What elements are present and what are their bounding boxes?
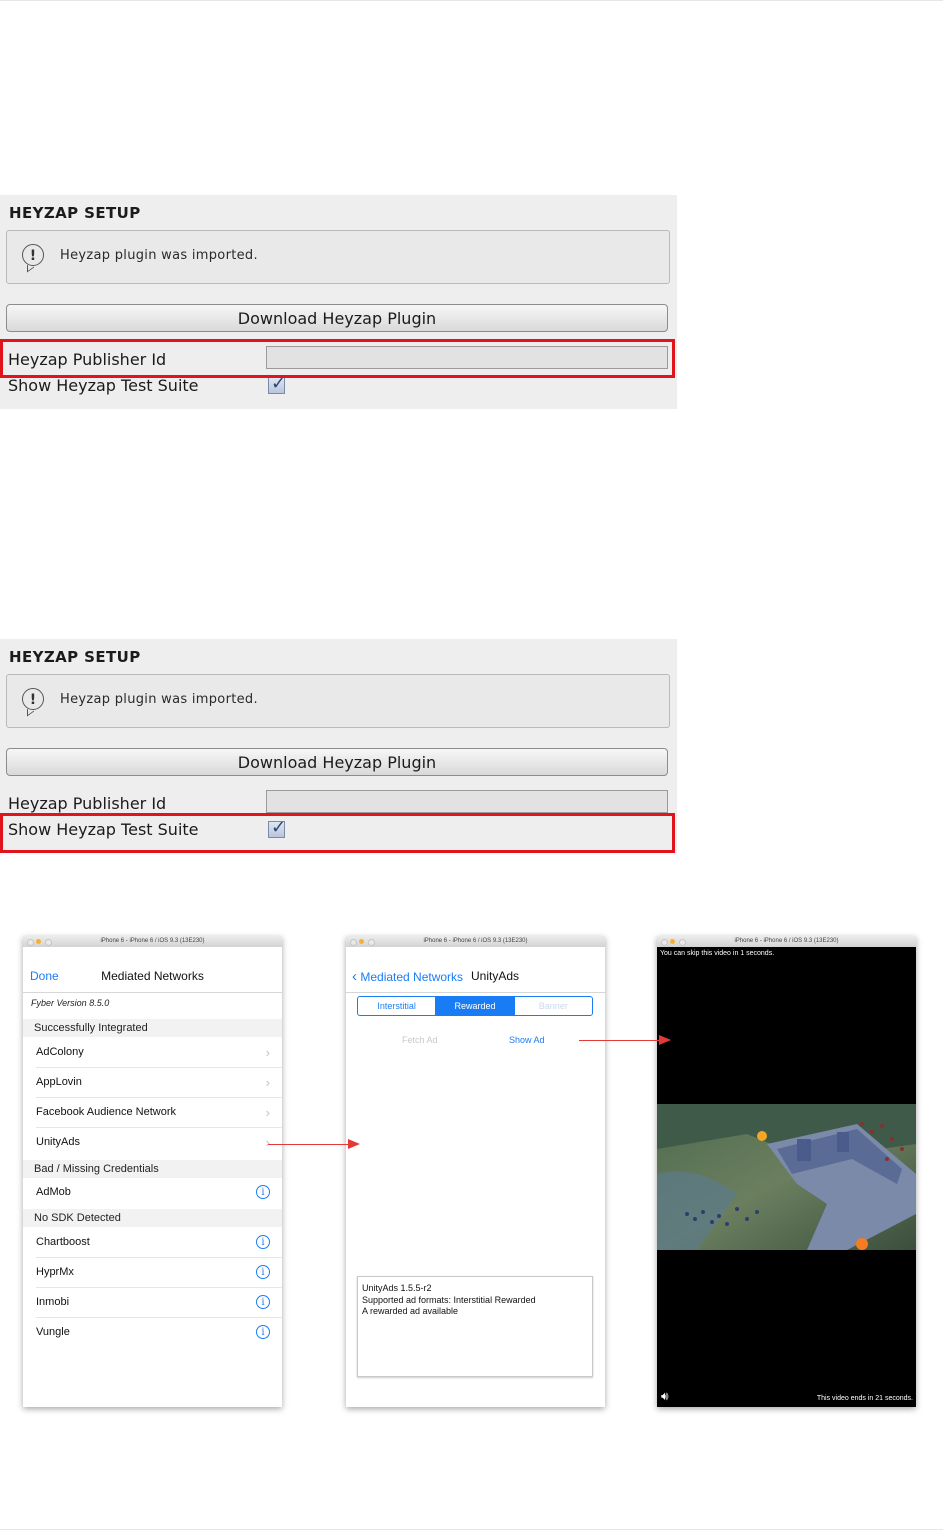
list-item-chartboost[interactable]: Chartboost i xyxy=(23,1228,282,1258)
panel-title: HEYZAP SETUP xyxy=(9,204,141,222)
publisher-id-label: Heyzap Publisher Id xyxy=(8,794,167,813)
info-message-box: ! Heyzap plugin was imported. xyxy=(6,674,670,728)
test-suite-checkbox[interactable]: ✓ xyxy=(268,373,286,394)
ad-format-segmented-control[interactable]: Interstitial Rewarded Banner xyxy=(357,996,593,1016)
list-item-unityads[interactable]: UnityAds › xyxy=(23,1128,282,1158)
panel-title: HEYZAP SETUP xyxy=(9,648,141,666)
top-divider xyxy=(0,0,943,1)
info-icon[interactable]: i xyxy=(256,1265,270,1279)
highlight-test-suite xyxy=(0,813,675,853)
version-label: Fyber Version 8.5.0 xyxy=(31,998,110,1008)
chevron-right-icon: › xyxy=(265,1105,270,1120)
section-header: Successfully Integrated xyxy=(23,1019,282,1037)
fetch-ad-button[interactable]: Fetch Ad xyxy=(402,1035,438,1045)
info-line: Supported ad formats: Interstitial Rewar… xyxy=(362,1294,536,1305)
info-message: Heyzap plugin was imported. xyxy=(60,248,258,263)
status-bar xyxy=(346,947,605,957)
section-header: No SDK Detected xyxy=(23,1209,282,1227)
chevron-right-icon: › xyxy=(265,1135,270,1150)
list-item-inmobi[interactable]: Inmobi i xyxy=(23,1288,282,1318)
alert-icon: ! xyxy=(22,688,44,710)
list-item-vungle[interactable]: Vungle i xyxy=(23,1318,282,1348)
bottom-divider xyxy=(0,1529,943,1530)
download-heyzap-plugin-button[interactable]: Download Heyzap Plugin xyxy=(6,748,668,776)
list-item-hyprmx[interactable]: HyprMx i xyxy=(23,1258,282,1288)
tab-rewarded[interactable]: Rewarded xyxy=(436,997,515,1015)
tab-interstitial[interactable]: Interstitial xyxy=(358,997,437,1015)
back-button[interactable]: ‹ Mediated Networks xyxy=(352,968,463,985)
arrow-right-icon xyxy=(659,1035,671,1045)
tab-banner[interactable]: Banner xyxy=(515,997,592,1015)
info-icon[interactable]: i xyxy=(256,1235,270,1249)
download-heyzap-plugin-button[interactable]: Download Heyzap Plugin xyxy=(6,304,668,332)
alert-icon: ! xyxy=(22,244,44,266)
info-message: Heyzap plugin was imported. xyxy=(60,692,258,707)
highlight-publisher-id xyxy=(0,339,675,378)
chevron-right-icon: › xyxy=(265,1075,270,1090)
nav-bar: Done Mediated Networks xyxy=(23,958,282,993)
back-label: Mediated Networks xyxy=(360,970,464,984)
info-line: UnityAds 1.5.5-r2 xyxy=(362,1283,432,1293)
info-message-box: ! Heyzap plugin was imported. xyxy=(6,230,670,284)
network-info-box: UnityAds 1.5.5-r2 Supported ad formats: … xyxy=(357,1276,593,1377)
speaker-icon[interactable]: 🔊︎ xyxy=(661,1389,669,1404)
info-line: A rewarded ad available xyxy=(362,1306,459,1316)
list-item-applovin[interactable]: AppLovin › xyxy=(23,1068,282,1098)
section-header: Bad / Missing Credentials xyxy=(23,1160,282,1178)
info-icon[interactable]: i xyxy=(256,1295,270,1309)
info-icon[interactable]: i xyxy=(256,1325,270,1339)
window-title: iPhone 6 - iPhone 6 / iOS 9.3 (13E230) xyxy=(100,938,205,944)
simulator-video-ad: iPhone 6 - iPhone 6 / iOS 9.3 (13E230) Y… xyxy=(657,936,916,1407)
flow-arrow-line xyxy=(579,1040,661,1041)
list-item-facebook-audience-network[interactable]: Facebook Audience Network › xyxy=(23,1098,282,1128)
nav-bar: ‹ Mediated Networks UnityAds xyxy=(346,958,605,993)
game-video-frame xyxy=(657,1104,916,1250)
simulator-unityads: iPhone 6 - iPhone 6 / iOS 9.3 (13E230) ‹… xyxy=(346,936,605,1407)
arrow-right-icon xyxy=(348,1139,360,1149)
nav-title: UnityAds xyxy=(471,969,520,983)
nav-title: Mediated Networks xyxy=(101,969,204,983)
list-item-admob[interactable]: AdMob i xyxy=(23,1178,282,1208)
chevron-left-icon: ‹ xyxy=(352,968,357,985)
video-player[interactable]: You can skip this video in 1 seconds. 🔊︎… xyxy=(657,947,916,1407)
chevron-right-icon: › xyxy=(265,1045,270,1060)
skip-countdown: You can skip this video in 1 seconds. xyxy=(660,950,775,957)
window-title: iPhone 6 - iPhone 6 / iOS 9.3 (13E230) xyxy=(734,938,839,944)
video-end-countdown: This video ends in 21 seconds. xyxy=(816,1395,913,1402)
simulator-mediated-networks: iPhone 6 - iPhone 6 / iOS 9.3 (13E230) D… xyxy=(23,936,282,1407)
test-suite-label: Show Heyzap Test Suite xyxy=(8,376,199,395)
flow-arrow-line xyxy=(268,1144,350,1145)
list-item-adcolony[interactable]: AdColony › xyxy=(23,1038,282,1068)
publisher-id-input[interactable] xyxy=(266,790,668,813)
window-title: iPhone 6 - iPhone 6 / iOS 9.3 (13E230) xyxy=(423,938,528,944)
show-ad-button[interactable]: Show Ad xyxy=(509,1035,545,1045)
info-icon[interactable]: i xyxy=(256,1185,270,1199)
status-bar xyxy=(23,947,282,957)
